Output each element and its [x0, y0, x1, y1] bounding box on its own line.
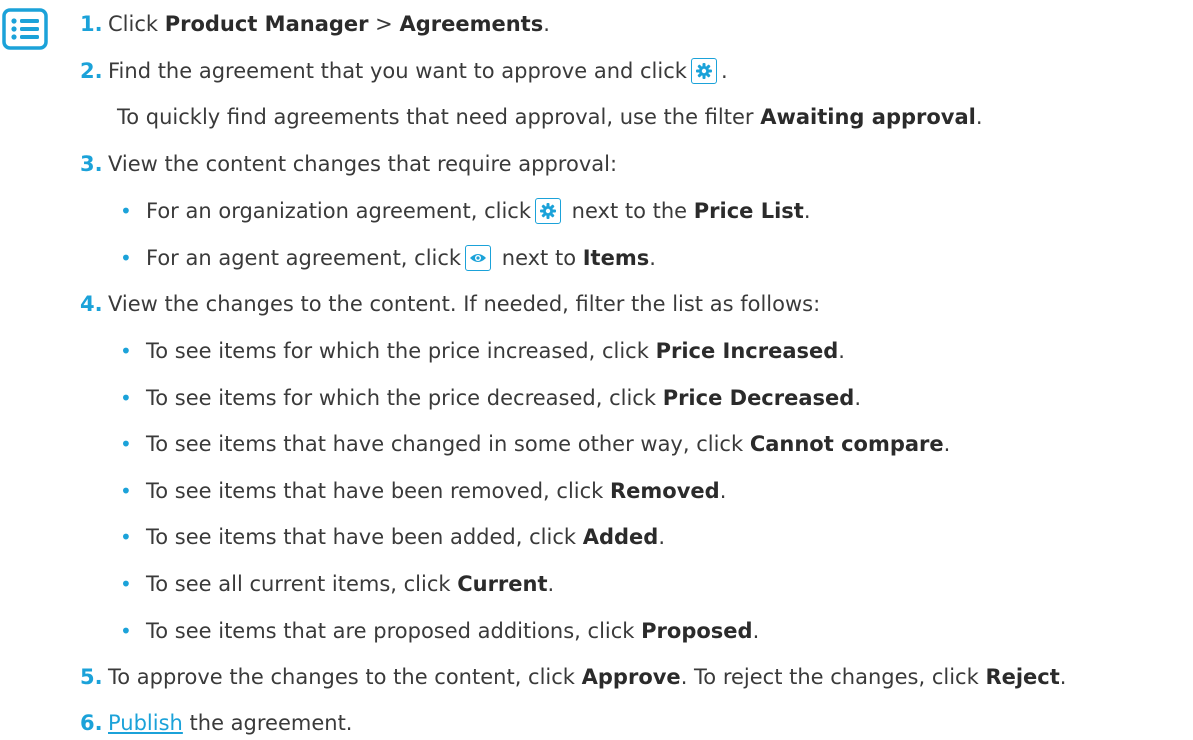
filter-awaiting-approval: Awaiting approval — [760, 105, 976, 129]
step-number: 5. — [80, 665, 103, 689]
bullet: • — [120, 525, 132, 549]
step-6: 6. Publish the agreement. — [80, 708, 352, 738]
bullet: • — [120, 432, 132, 456]
step-number: 4. — [80, 292, 103, 316]
bullet: • — [120, 572, 132, 596]
list-icon — [2, 8, 56, 52]
publish-link[interactable]: Publish — [108, 711, 183, 735]
step-number: 3. — [80, 152, 103, 176]
bullet: • — [120, 619, 132, 643]
list-item: • For an organization agreement, click ne… — [120, 196, 811, 226]
list-item: • To see items that are proposed addition… — [120, 616, 759, 646]
list-item: • To see items for which the price decrea… — [120, 383, 861, 413]
step-number: 1. — [80, 12, 103, 36]
step-4: 4. View the changes to the content. If ne… — [80, 289, 820, 319]
step-number: 2. — [80, 59, 103, 83]
list-item: • To see items that have been removed, cl… — [120, 476, 726, 506]
list-item: • For an agent agreement, click next to I… — [120, 243, 656, 273]
list-item: • To see items that have changed in some … — [120, 429, 950, 459]
step-5: 5. To approve the changes to the content,… — [80, 662, 1066, 692]
menu-product-manager: Product Manager — [164, 12, 369, 36]
step-1: 1. Click Product Manager > Agreements. — [80, 9, 550, 39]
bullet: • — [120, 246, 132, 270]
step-2: 2. Find the agreement that you want to ap… — [80, 56, 728, 86]
bullet: • — [120, 479, 132, 503]
bullet: • — [120, 339, 132, 363]
bullet: • — [120, 386, 132, 410]
menu-agreements: Agreements — [399, 12, 544, 36]
step-3: 3. View the content changes that require … — [80, 149, 617, 179]
list-item: • To see items for which the price increa… — [120, 336, 845, 366]
bullet: • — [120, 199, 132, 223]
gear-icon — [535, 198, 561, 224]
gear-icon — [690, 58, 717, 84]
step-number: 6. — [80, 711, 103, 735]
list-item: • To see all current items, click Current… — [120, 569, 554, 599]
eye-icon — [465, 245, 492, 271]
step-2-note: To quickly find agreements that need app… — [117, 105, 983, 129]
list-item: • To see items that have been added, clic… — [120, 522, 665, 552]
